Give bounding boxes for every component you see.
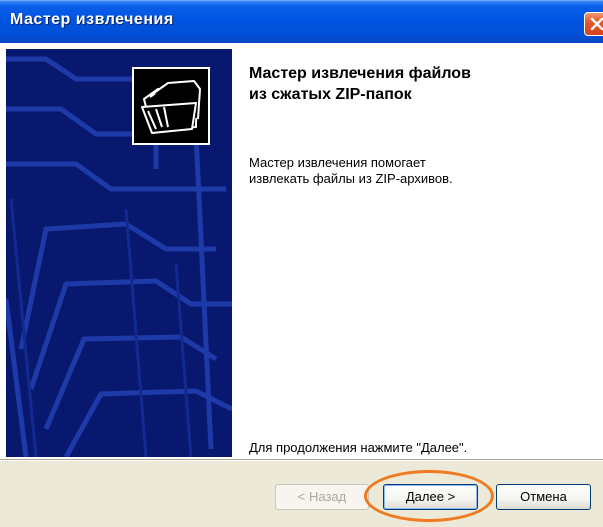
button-area-divider [0,459,603,461]
close-icon [590,17,603,31]
wizard-side-banner [6,49,232,457]
wizard-logo [132,67,210,145]
wizard-description-line-2: извлекать файлы из ZIP-архивов. [249,171,453,186]
wizard-heading-line-2: из сжатых ZIP-папок [249,86,412,103]
compressed-folders-icon [134,69,208,143]
wizard-content: Мастер извлечения файлов из сжатых ZIP-п… [0,43,603,459]
wizard-description: Мастер извлечения помогает извлекать фай… [249,155,589,187]
back-button[interactable]: < Назад [275,484,369,510]
wizard-description-line-1: Мастер извлечения помогает [249,155,426,170]
cancel-button[interactable]: Отмена [496,484,591,510]
wizard-heading: Мастер извлечения файлов из сжатых ZIP-п… [249,63,589,105]
continue-hint: Для продолжения нажмите "Далее". [249,440,468,455]
next-button[interactable]: Далее > [383,484,478,510]
extraction-wizard-window: Мастер извлечения Мастер извлечения файл… [0,0,603,527]
wizard-heading-line-1: Мастер извлечения файлов [249,65,471,82]
window-title: Мастер извлечения [10,11,174,28]
title-bar[interactable]: Мастер извлечения [0,0,603,43]
close-button[interactable] [584,12,603,36]
